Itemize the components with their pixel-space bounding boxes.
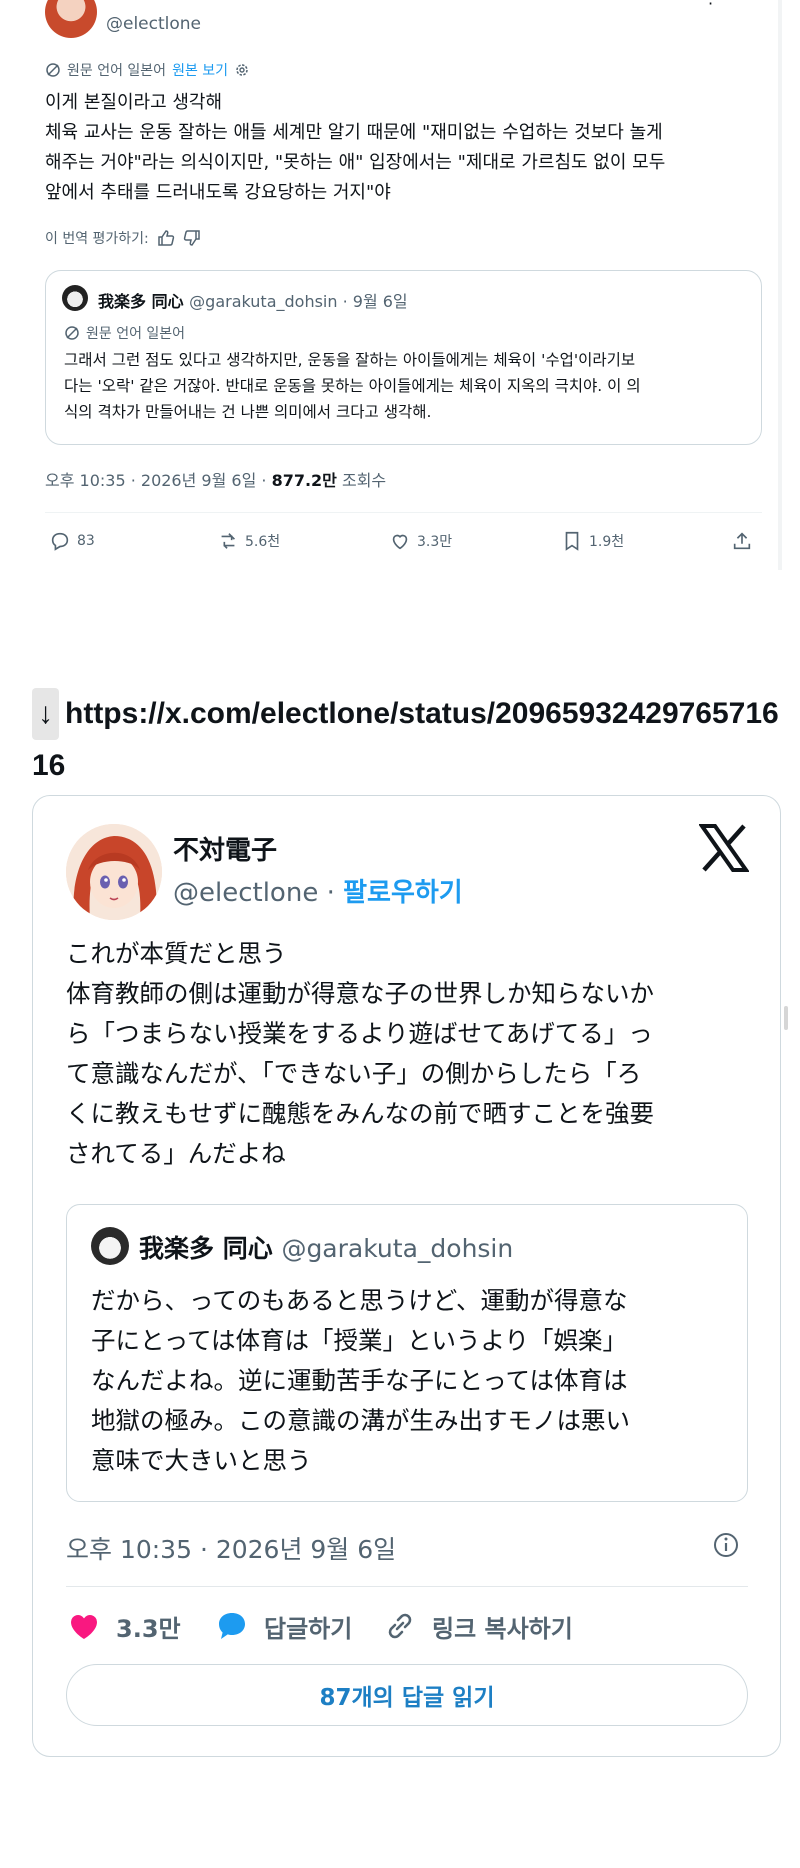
reply-count: 83 xyxy=(77,533,95,549)
divider xyxy=(66,1586,748,1587)
thumbs-down-icon[interactable] xyxy=(183,229,201,247)
quoted-author-handle-date: @garakuta_dohsin · 9월 6일 xyxy=(189,292,408,311)
source-link[interactable]: ↓ https://x.com/electlone/status/20965932… xyxy=(32,688,792,792)
bookmark-icon xyxy=(565,531,579,551)
tweet-text-line: て意識なんだが、「できない子」の側からしたら「ろ xyxy=(66,1059,642,1088)
source-language-label: 원문 언어 일본어 xyxy=(67,63,167,79)
x-logo-icon[interactable] xyxy=(699,824,749,872)
quoted-author: 我楽多 同心 @garakuta_dohsin xyxy=(139,1229,513,1265)
avatar[interactable] xyxy=(91,1227,129,1265)
down-arrow-icon: ↓ xyxy=(32,688,59,740)
tweet-text-line: 앞에서 추태를 드러내도록 강요당하는 거지"야 xyxy=(45,182,391,203)
tweet-text-line: 체육 교사는 운동 잘하는 애들 세계만 알기 때문에 "재미없는 수업하는 것… xyxy=(45,122,663,143)
quoted-author-name: 我楽多 同心 xyxy=(98,292,184,311)
tweet-text: これが本質だと思う 体育教師の側は運動が得意な子の世界しか知らないか ら「つまら… xyxy=(66,934,756,1174)
quoted-text-line: なんだよね。逆に運動苦手な子にとっては体育は xyxy=(91,1366,628,1395)
tweet-meta: 오후 10:35 · 2026년 9월 6일 · 877.2만 조회수 xyxy=(45,467,386,491)
repost-button[interactable]: 5.6천 xyxy=(217,530,280,552)
reply-label: 답글하기 xyxy=(264,1614,353,1643)
share-icon xyxy=(733,532,751,550)
view-original-link[interactable]: 원본 보기 xyxy=(172,60,228,80)
quoted-text: 그래서 그런 점도 있다고 생각하지만, 운동을 잘하는 아이들에게는 체육이 … xyxy=(64,347,754,425)
quoted-text-line: 地獄の極み。この意識の溝が生み出すモノは悪い xyxy=(91,1406,630,1435)
tweet-text-line: これが本質だと思う xyxy=(66,939,287,968)
action-bar: 83 5.6천 3.3만 1.9천 xyxy=(45,530,762,560)
bookmark-count: 1.9천 xyxy=(589,534,625,550)
avatar-illustration xyxy=(66,824,162,920)
separator: · xyxy=(318,878,344,908)
share-button[interactable] xyxy=(731,530,753,552)
quoted-tweet[interactable]: 我楽多 同心 @garakuta_dohsin だから、ってのもあると思うけど、… xyxy=(66,1204,748,1502)
source-url[interactable]: https://x.com/electlone/status/209659324… xyxy=(32,697,779,782)
quoted-translation-note: 원문 언어 일본어 xyxy=(64,323,185,343)
tweet-text-line: 이게 본질이라고 생각해 xyxy=(45,92,223,113)
author-handle-row: @electlone · 팔로우하기 xyxy=(173,872,463,909)
translated-tweet: @electlone · 원문 언어 일본어 원본 보기 이게 본질이라고 생각… xyxy=(0,0,782,570)
quoted-author-name: 我楽多 同心 xyxy=(139,1234,273,1263)
quoted-text-line: 意味で大きいと思う xyxy=(91,1446,312,1475)
quoted-text-line: 子にとっては体育は「授業」というより「娯楽」 xyxy=(91,1326,628,1355)
avatar[interactable] xyxy=(45,0,97,38)
read-replies-button[interactable]: 87개의 답글 읽기 xyxy=(66,1664,748,1726)
link-icon xyxy=(388,1613,412,1639)
reply-button[interactable]: 답글하기 xyxy=(214,1608,352,1644)
quoted-text: だから、ってのもあると思うけど、運動が得意な 子にとっては体育は「授業」というよ… xyxy=(91,1281,731,1481)
quoted-author-handle: @garakuta_dohsin xyxy=(281,1234,514,1263)
follow-button[interactable]: 팔로우하기 xyxy=(343,878,463,908)
tweet-timestamp[interactable]: 오후 10:35 · 2026년 9월 6일 xyxy=(66,1530,396,1566)
rate-translation: 이 번역 평가하기: xyxy=(45,228,201,248)
quoted-text-line: だから、ってのもあると思うけど、運動が得意な xyxy=(91,1286,628,1315)
like-count: 3.3만 xyxy=(116,1614,181,1643)
scrollbar[interactable] xyxy=(784,1006,788,1030)
author-handle[interactable]: @electlone xyxy=(106,14,201,34)
like-button[interactable]: 3.3만 xyxy=(66,1608,181,1644)
embedded-tweet-card: 不対電子 @electlone · 팔로우하기 これが本質だと思う 体育教師の側… xyxy=(32,795,781,1757)
thumbs-up-icon[interactable] xyxy=(157,229,175,247)
more-icon[interactable]: · xyxy=(708,0,713,13)
reply-icon xyxy=(51,532,69,551)
source-language-label: 원문 언어 일본어 xyxy=(86,326,186,342)
tweet-timestamp[interactable]: 오후 10:35 · 2026년 9월 6일 · xyxy=(45,471,272,490)
quoted-text-line: 그래서 그런 점도 있다고 생각하지만, 운동을 잘하는 아이들에게는 체육이 … xyxy=(64,351,636,369)
bookmark-button[interactable]: 1.9천 xyxy=(561,530,624,552)
tweet-text-line: 해주는 거야"라는 의식이지만, "못하는 애" 입장에서는 "제대로 가르침도… xyxy=(45,152,666,173)
info-icon[interactable] xyxy=(711,1530,741,1560)
tweet-text-line: ら「つまらない授業をするより遊ばせてあげてる」っ xyxy=(66,1019,653,1048)
avatar[interactable] xyxy=(66,824,162,920)
heart-icon xyxy=(71,1615,97,1639)
translation-note: 원문 언어 일본어 원본 보기 xyxy=(45,60,250,80)
reply-bubble-icon xyxy=(219,1613,245,1639)
quoted-author: 我楽多 同心 @garakuta_dohsin · 9월 6일 xyxy=(98,288,408,312)
quoted-tweet[interactable]: 我楽多 同心 @garakuta_dohsin · 9월 6일 원문 언어 일본… xyxy=(45,270,762,445)
tweet-text-line: くに教えもせずに醜態をみんなの前で晒すことを強要 xyxy=(66,1099,654,1128)
divider xyxy=(778,0,782,570)
like-button[interactable]: 3.3만 xyxy=(389,530,452,552)
quoted-text-line: 다는 '오락' 같은 거잖아. 반대로 운동을 못하는 아이들에게는 체육이 지… xyxy=(64,377,641,395)
tweet-text-line: 体育教師の側は運動が得意な子の世界しか知らないか xyxy=(66,979,654,1008)
author-name[interactable]: 不対電子 xyxy=(173,830,277,867)
view-count: 877.2만 xyxy=(271,471,337,490)
reply-button[interactable]: 83 xyxy=(49,530,95,552)
gear-icon[interactable] xyxy=(234,62,250,78)
author-handle[interactable]: @electlone xyxy=(173,878,318,908)
tweet-text: 이게 본질이라고 생각해 체육 교사는 운동 잘하는 애들 세계만 알기 때문에… xyxy=(45,88,765,208)
copy-link-label: 링크 복사하기 xyxy=(432,1614,573,1643)
tweet-text-line: されてる」んだよね xyxy=(66,1139,286,1168)
view-count-label: 조회수 xyxy=(336,471,387,490)
like-count: 3.3만 xyxy=(417,534,453,550)
rate-translation-label: 이 번역 평가하기: xyxy=(45,231,149,247)
translate-icon xyxy=(65,326,79,340)
repost-icon xyxy=(221,533,236,549)
heart-icon xyxy=(392,534,408,550)
quoted-text-line: 식의 격차가 만들어내는 건 나쁜 의미에서 크다고 생각해. xyxy=(64,403,432,421)
card-action-bar: 3.3만 답글하기 링크 복사하기 xyxy=(66,1608,748,1652)
avatar[interactable] xyxy=(62,285,88,311)
copy-link-button[interactable]: 링크 복사하기 xyxy=(382,1608,573,1644)
repost-count: 5.6천 xyxy=(245,534,281,550)
translate-icon xyxy=(46,63,60,77)
divider xyxy=(45,512,762,513)
